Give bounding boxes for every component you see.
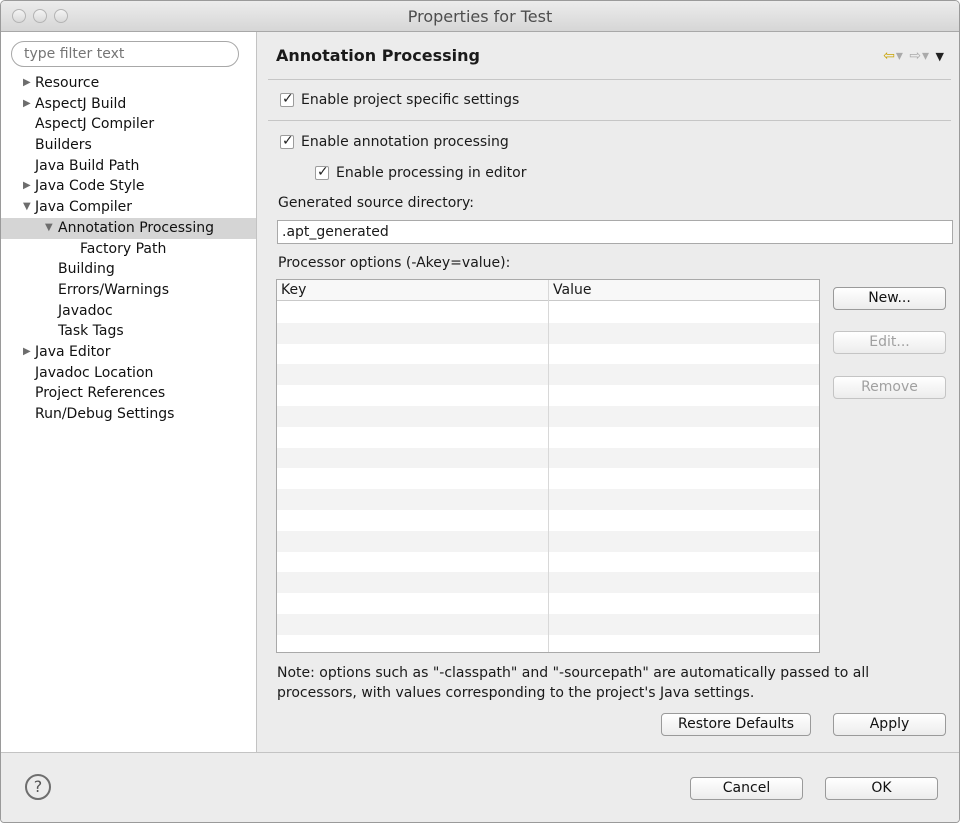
expand-arrow-icon[interactable]: ▶ xyxy=(23,73,31,94)
tree-item-label: Factory Path xyxy=(80,240,167,257)
cancel-button[interactable]: Cancel xyxy=(690,777,803,800)
tree-item-errors-warnings[interactable]: Errors/Warnings xyxy=(1,280,256,301)
generated-source-label: Generated source directory: xyxy=(278,195,474,211)
collapse-arrow-icon[interactable]: ▼ xyxy=(45,218,53,239)
new-button[interactable]: New... xyxy=(833,287,946,310)
column-divider[interactable] xyxy=(548,280,549,652)
ok-button[interactable]: OK xyxy=(825,777,938,800)
expand-arrow-icon[interactable]: ▶ xyxy=(23,176,31,197)
tree-item-label: Run/Debug Settings xyxy=(35,406,175,422)
checkbox-checked-icon[interactable] xyxy=(280,133,294,149)
processor-options-label: Processor options (-Akey=value): xyxy=(278,255,511,271)
title-separator xyxy=(268,79,951,80)
back-history-dropdown-icon[interactable]: ▾ xyxy=(896,48,904,64)
checkbox-checked-icon[interactable] xyxy=(280,91,294,107)
tree-item-resource[interactable]: ▶ Resource xyxy=(1,73,256,94)
column-header-key[interactable]: Key xyxy=(281,282,306,298)
enable-processing-in-editor-checkbox[interactable]: Enable processing in editor xyxy=(315,164,527,181)
tree-item-label: Errors/Warnings xyxy=(58,281,169,298)
tree-item-javadoc[interactable]: Javadoc xyxy=(1,301,256,322)
remove-button[interactable]: Remove xyxy=(833,376,946,399)
checkbox-checked-icon[interactable] xyxy=(315,164,329,180)
tree-item-label: Java Compiler xyxy=(35,199,133,216)
tree-item-label: Javadoc xyxy=(58,302,113,319)
checkbox-label: Enable project specific settings xyxy=(301,92,520,108)
edit-button[interactable]: Edit... xyxy=(833,331,946,354)
section-separator xyxy=(268,120,951,121)
tree-item-building[interactable]: Building xyxy=(1,259,256,280)
properties-dialog: Properties for Test ▶ Resource ▶ AspectJ… xyxy=(0,0,960,823)
tree-item-factory-path[interactable]: Factory Path xyxy=(1,239,256,260)
filter-input[interactable] xyxy=(11,41,239,67)
tree-item-label: Builders xyxy=(35,137,92,154)
tree-item-aspectj-build[interactable]: ▶ AspectJ Build xyxy=(1,94,256,115)
tree-item-label: AspectJ Compiler xyxy=(35,116,155,133)
dialog-button-bar: ? Cancel OK xyxy=(1,752,959,822)
window-title: Properties for Test xyxy=(407,7,553,26)
tree-item-project-references[interactable]: Project References xyxy=(1,383,256,404)
enable-project-specific-checkbox[interactable]: Enable project specific settings xyxy=(280,91,520,108)
preference-tree-pane: ▶ Resource ▶ AspectJ Build AspectJ Compi… xyxy=(1,32,257,752)
view-menu-icon[interactable]: ▼ xyxy=(936,50,945,63)
expand-arrow-icon[interactable]: ▶ xyxy=(23,94,31,115)
generated-source-field[interactable]: .apt_generated xyxy=(277,220,953,244)
tree-item-label: AspectJ Build xyxy=(35,95,127,112)
tree-item-label: Annotation Processing xyxy=(58,219,214,236)
tree-item-javadoc-location[interactable]: Javadoc Location xyxy=(1,363,256,384)
tree-item-label: Building xyxy=(58,261,115,278)
tree-item-label: Task Tags xyxy=(58,323,124,340)
apply-button[interactable]: Apply xyxy=(833,713,946,736)
tree-item-task-tags[interactable]: Task Tags xyxy=(1,321,256,342)
collapse-arrow-icon[interactable]: ▼ xyxy=(23,197,31,218)
page-title: Annotation Processing xyxy=(276,46,481,65)
processor-options-table[interactable]: Key Value xyxy=(276,279,820,653)
enable-annotation-processing-checkbox[interactable]: Enable annotation processing xyxy=(280,133,509,150)
tree-item-label: Project References xyxy=(35,385,166,402)
expand-arrow-icon[interactable]: ▶ xyxy=(23,342,31,363)
tree-item-label: Resource xyxy=(35,75,100,91)
forward-history-dropdown-icon[interactable]: ▾ xyxy=(922,48,930,64)
tree-item-label: Java Editor xyxy=(35,343,111,360)
back-arrow-icon[interactable]: ⇦ xyxy=(883,48,896,64)
note-text: Note: options such as "-classpath" and "… xyxy=(277,665,870,701)
tree-item-run-debug-settings[interactable]: Run/Debug Settings xyxy=(1,404,256,425)
preference-tree: ▶ Resource ▶ AspectJ Build AspectJ Compi… xyxy=(1,73,256,425)
column-header-value[interactable]: Value xyxy=(553,282,591,298)
checkbox-label: Enable processing in editor xyxy=(336,165,527,181)
forward-arrow-icon[interactable]: ⇨ xyxy=(909,48,922,64)
restore-defaults-button[interactable]: Restore Defaults xyxy=(661,713,811,736)
tree-item-java-compiler[interactable]: ▼ Java Compiler xyxy=(1,197,256,218)
preference-page: Annotation Processing ⇦▾ ⇨▾ ▼ Enable pro… xyxy=(258,32,959,752)
title-bar: Properties for Test xyxy=(1,1,959,32)
tree-item-label: Javadoc Location xyxy=(35,364,154,381)
tree-item-label: Java Build Path xyxy=(35,157,140,174)
tree-item-java-editor[interactable]: ▶ Java Editor xyxy=(1,342,256,363)
tree-item-annotation-processing[interactable]: ▼ Annotation Processing xyxy=(1,217,256,239)
page-navigation: ⇦▾ ⇨▾ ▼ xyxy=(883,48,945,64)
tree-item-java-build-path[interactable]: Java Build Path xyxy=(1,156,256,177)
tree-item-label: Java Code Style xyxy=(35,178,145,195)
tree-item-aspectj-compiler[interactable]: AspectJ Compiler xyxy=(1,114,256,135)
tree-item-java-code-style[interactable]: ▶ Java Code Style xyxy=(1,176,256,197)
help-icon[interactable]: ? xyxy=(25,774,51,800)
tree-item-builders[interactable]: Builders xyxy=(1,135,256,156)
checkbox-label: Enable annotation processing xyxy=(301,134,509,150)
